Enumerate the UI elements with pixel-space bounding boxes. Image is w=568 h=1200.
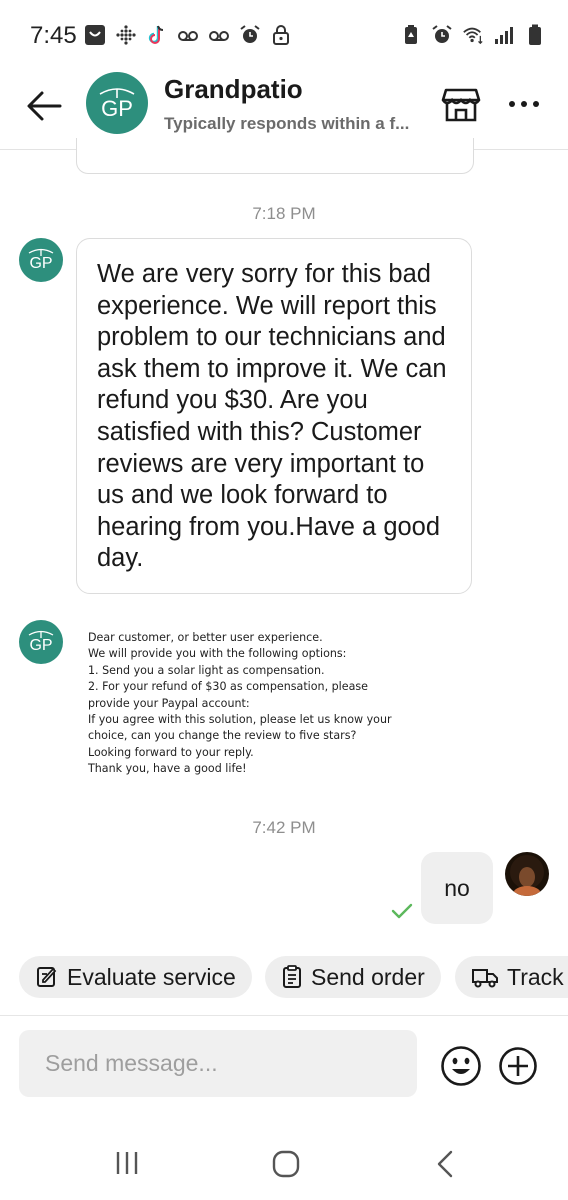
shop-avatar-initials: GP xyxy=(29,637,53,654)
image-message-line: provide your Paypal account: xyxy=(88,696,250,710)
alarm-icon xyxy=(239,24,261,46)
message-text: We are very sorry for this bad experienc… xyxy=(97,260,447,573)
shop-avatar-small[interactable]: GP xyxy=(19,238,63,282)
track-package-button[interactable]: Track p xyxy=(455,956,568,998)
previous-message-bubble xyxy=(76,138,474,174)
evaluate-service-button[interactable]: Evaluate service xyxy=(19,956,252,998)
message-list[interactable]: 7:18 PM GP We are very sorry for this ba… xyxy=(0,138,568,950)
system-back-icon[interactable] xyxy=(436,1150,454,1178)
shop-avatar[interactable]: GP xyxy=(86,72,148,134)
image-message-line: We will provide you with the following o… xyxy=(88,647,347,661)
response-note: Typically responds within a f... xyxy=(164,114,410,133)
home-icon[interactable] xyxy=(272,1150,300,1178)
image-message-line: Thank you, have a good life! xyxy=(88,762,247,776)
status-bar: 7:45 xyxy=(0,0,568,74)
image-message[interactable]: Dear customer, or better user experience… xyxy=(88,630,408,778)
truck-icon xyxy=(472,969,498,988)
shop-name[interactable]: Grandpatio xyxy=(164,74,303,105)
system-icons xyxy=(400,24,546,46)
image-message-line: Dear customer, or better user experience… xyxy=(88,631,323,644)
incoming-message-bubble[interactable]: We are very sorry for this bad experienc… xyxy=(76,238,472,594)
quick-actions-bar[interactable]: Evaluate service Send order Track p xyxy=(0,956,568,1000)
back-arrow-icon[interactable] xyxy=(24,88,64,124)
more-options-icon[interactable] xyxy=(506,92,542,116)
image-message-line: 2. For your refund of $30 as compensatio… xyxy=(88,680,368,694)
shop-avatar-small[interactable]: GP xyxy=(19,620,63,664)
battery-icon xyxy=(524,24,546,46)
sent-check-icon xyxy=(390,900,414,922)
order-icon xyxy=(283,965,301,988)
image-message-line: Looking forward to your reply. xyxy=(88,745,254,759)
shop-avatar-initials: GP xyxy=(101,96,133,121)
system-navigation-bar xyxy=(0,1130,568,1200)
image-message-line: If you agree with this solution, please … xyxy=(88,713,392,727)
battery-saver-icon xyxy=(400,24,422,46)
edit-icon xyxy=(37,967,57,987)
send-order-button[interactable]: Send order xyxy=(265,956,441,998)
wifi-icon xyxy=(462,24,484,46)
notification-icons xyxy=(84,24,292,46)
add-attachment-icon[interactable] xyxy=(498,1046,538,1086)
voicemail-icon xyxy=(208,24,230,46)
message-timestamp: 7:42 PM xyxy=(252,818,316,837)
tiktok-icon xyxy=(146,24,168,46)
status-time: 7:45 xyxy=(30,22,77,49)
message-input[interactable] xyxy=(19,1030,417,1097)
message-timestamp: 7:18 PM xyxy=(252,204,316,223)
image-message-line: 1. Send you a solar light as compensatio… xyxy=(88,663,325,677)
chip-label: Track p xyxy=(507,963,568,990)
signal-icon xyxy=(493,24,515,46)
user-avatar[interactable] xyxy=(505,852,549,896)
voicemail-icon xyxy=(177,24,199,46)
lock-icon xyxy=(270,24,292,46)
recent-apps-icon[interactable] xyxy=(114,1150,140,1176)
chip-label: Evaluate service xyxy=(67,963,236,990)
shopping-bag-icon xyxy=(84,24,106,46)
store-icon[interactable] xyxy=(440,86,482,124)
emoji-icon[interactable] xyxy=(440,1045,482,1087)
chip-label: Send order xyxy=(311,963,425,990)
divider xyxy=(0,1015,568,1016)
image-message-line: choice, can you change the review to fiv… xyxy=(88,729,357,743)
alarm-icon xyxy=(431,24,453,46)
message-text: no xyxy=(444,874,470,901)
outgoing-message-bubble[interactable]: no xyxy=(421,852,493,924)
shop-avatar-initials: GP xyxy=(29,255,53,272)
dots-grid-icon xyxy=(115,24,137,46)
